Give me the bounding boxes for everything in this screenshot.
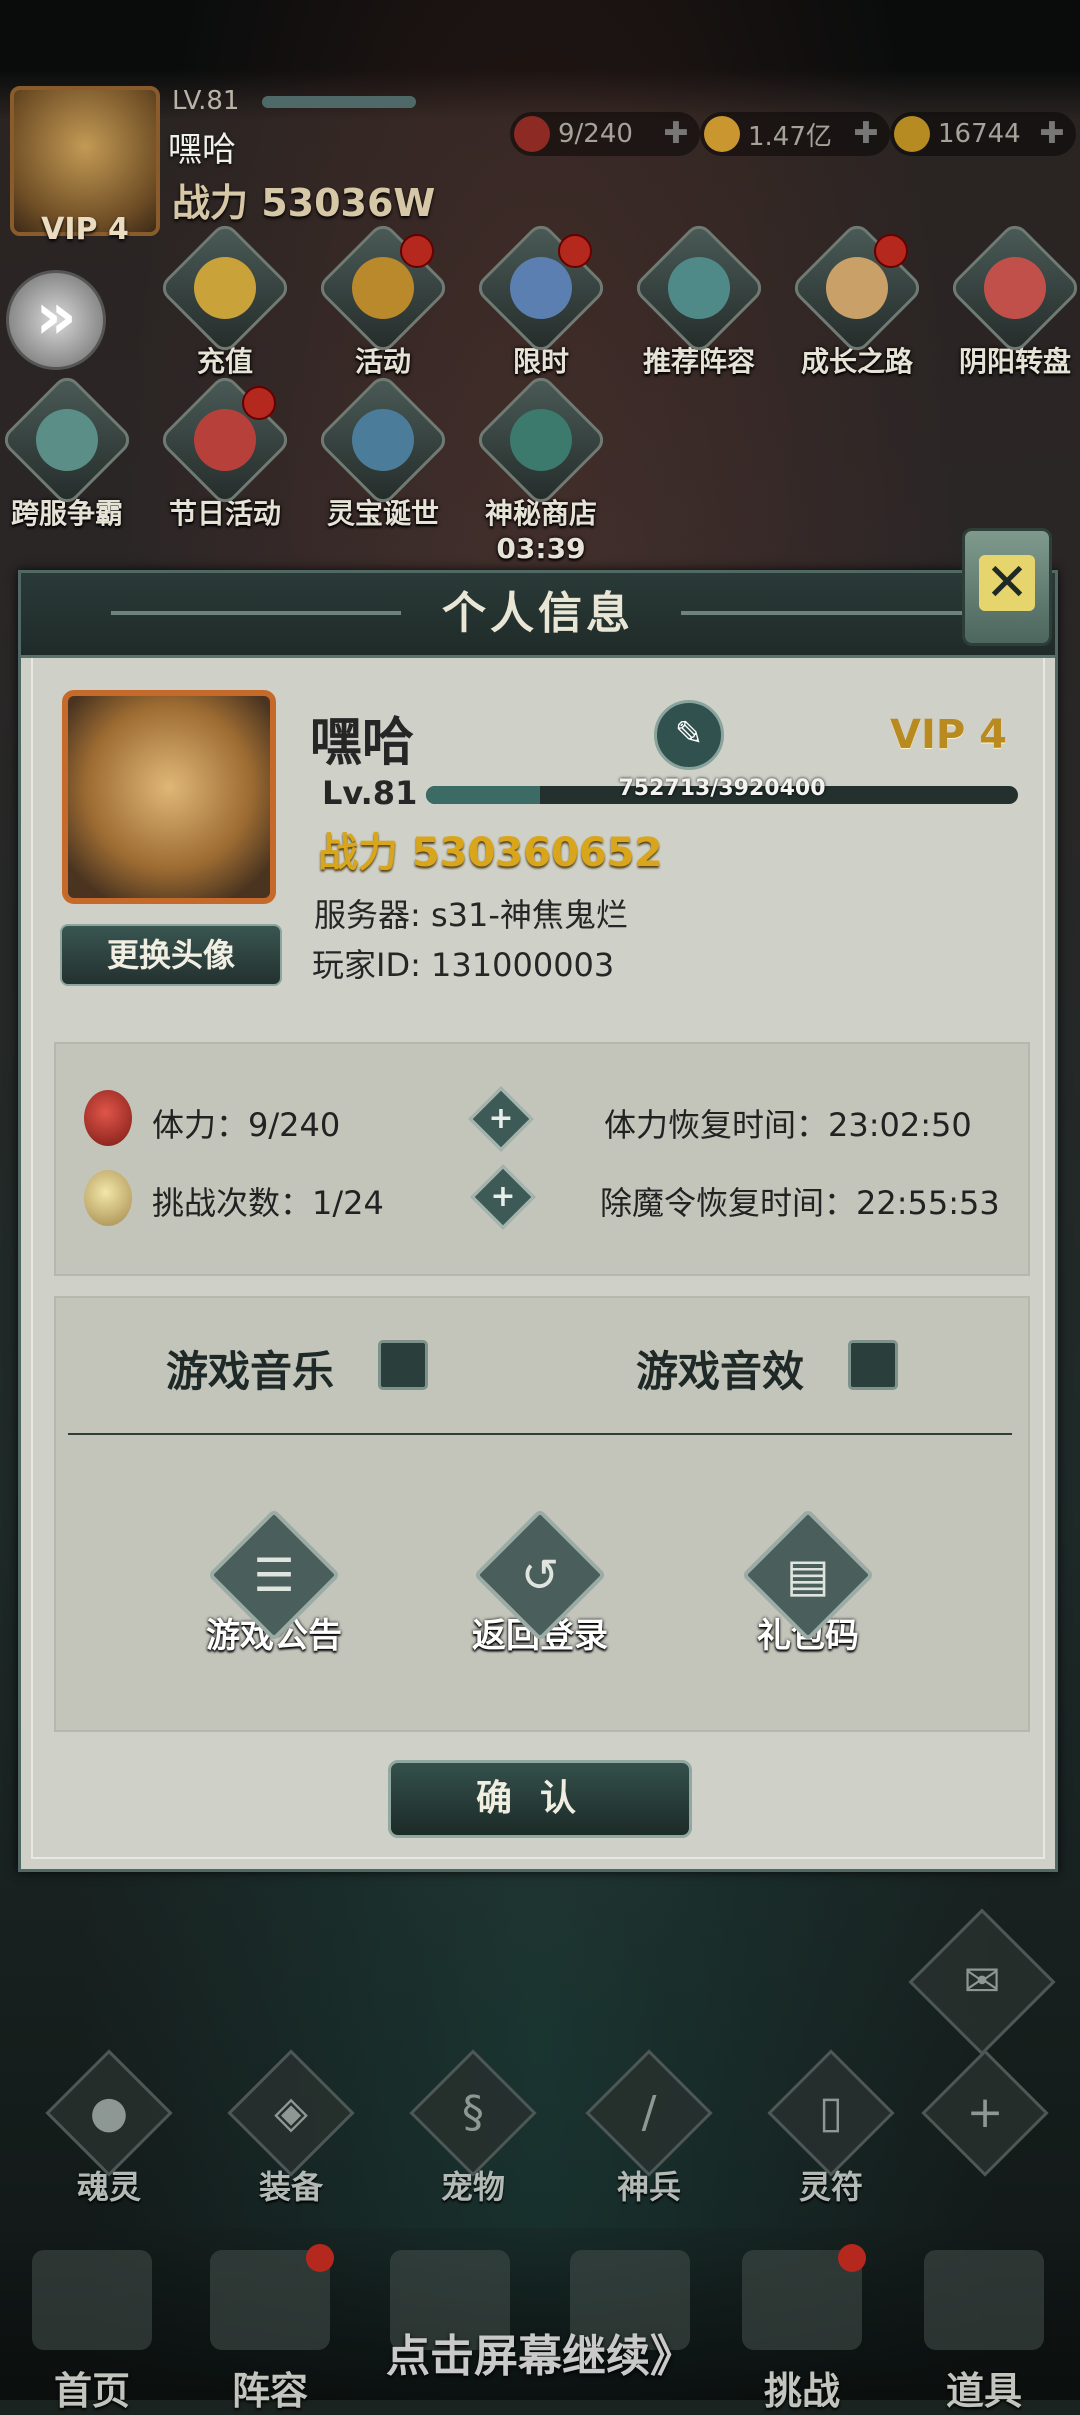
- music-label: 游戏音乐: [166, 1347, 335, 1396]
- nav-soul[interactable]: ● 魂灵: [44, 2049, 174, 2208]
- dialog-title: 个人信息: [442, 588, 634, 639]
- notification-dot: [306, 2244, 334, 2272]
- tap-to-continue[interactable]: 点击屏幕继续》: [0, 2320, 1080, 2384]
- coin-icon: [704, 116, 740, 152]
- gift-code-button[interactable]: ▤ 礼包码: [708, 1508, 908, 1657]
- profile-power: 战力 530360652: [318, 830, 663, 876]
- add-coin-icon[interactable]: ✚: [848, 116, 884, 152]
- notification-dot: [558, 234, 592, 268]
- plus-icon: +: [921, 2049, 1049, 2177]
- talisman-icon: ▯: [767, 2049, 895, 2177]
- menu-recommend-lineup[interactable]: 推荐阵容: [631, 220, 767, 380]
- menu-recharge[interactable]: 充值: [157, 220, 293, 380]
- pencil-icon: ✎: [674, 714, 704, 754]
- player-level: LV.81: [172, 86, 240, 116]
- helmet-icon: ◈: [227, 2049, 355, 2177]
- menu-mystery-shop[interactable]: 神秘商店 03:39: [473, 372, 609, 565]
- nav-pet[interactable]: § 宠物: [408, 2049, 538, 2208]
- ingot-value: 16744: [938, 119, 1021, 149]
- announcement-button[interactable]: ☰ 游戏公告: [174, 1508, 374, 1657]
- stats-panel: [54, 1042, 1030, 1276]
- soul-icon: ●: [45, 2049, 173, 2177]
- menu-growth-road[interactable]: 成长之路: [789, 220, 925, 380]
- divider: [68, 1433, 1012, 1435]
- nav-more[interactable]: +: [920, 2049, 1050, 2177]
- coin-value: 1.47亿: [748, 121, 832, 152]
- menu-festival[interactable]: 节日活动: [157, 372, 293, 532]
- profile-name: 嘿哈: [310, 713, 415, 773]
- music-checkbox[interactable]: [378, 1340, 428, 1390]
- notification-dot: [838, 2244, 866, 2272]
- ingot-resource[interactable]: 16744 ✚: [890, 112, 1076, 156]
- vip-badge: VIP 4: [41, 212, 129, 247]
- recommend-icon: [631, 220, 767, 356]
- nav-talisman[interactable]: ▯ 灵符: [766, 2049, 896, 2208]
- stamina-label: 体力：9/240: [152, 1106, 341, 1144]
- challenge-count-label: 挑战次数：1/24: [152, 1184, 384, 1222]
- stamina-icon: [514, 116, 550, 152]
- pet-icon: §: [409, 2049, 537, 2177]
- nav-weapon[interactable]: / 神兵: [584, 2049, 714, 2208]
- notification-dot: [400, 234, 434, 268]
- stamina-recover-time: 体力恢复时间：23:02:50: [604, 1106, 972, 1144]
- lingbao-icon: [315, 372, 451, 508]
- sound-checkbox[interactable]: [848, 1340, 898, 1390]
- plus-icon: +: [490, 1179, 516, 1214]
- menu-activity[interactable]: 活动: [315, 220, 451, 380]
- challenge-token-icon: [84, 1170, 132, 1226]
- wheel-icon: [947, 220, 1080, 356]
- expand-menu-button[interactable]: »: [6, 270, 106, 370]
- profile-vip: VIP 4: [890, 712, 1007, 758]
- exp-text: 752713/3920400: [618, 776, 826, 801]
- player-id: 玩家ID: 131000003: [312, 946, 615, 984]
- nav-equipment[interactable]: ◈ 装备: [226, 2049, 356, 2208]
- profile-portrait: [62, 690, 276, 904]
- menu-lingbao[interactable]: 灵宝诞世: [315, 372, 451, 532]
- menu-yinyang-wheel[interactable]: 阴阳转盘: [947, 220, 1080, 380]
- sword-icon: /: [585, 2049, 713, 2177]
- token-recover-time: 除魔令恢复时间：22:55:53: [600, 1184, 1000, 1222]
- cross-server-icon: [0, 372, 135, 508]
- shop-icon: [473, 372, 609, 508]
- player-name: 嘿哈: [168, 130, 236, 170]
- level-progress-bar: [262, 96, 416, 108]
- recharge-icon: [157, 220, 293, 356]
- close-button[interactable]: ✕: [962, 528, 1052, 646]
- menu-cross-server[interactable]: 跨服争霸: [0, 372, 135, 532]
- ingot-icon: [894, 116, 930, 152]
- stamina-icon: [84, 1090, 132, 1146]
- return-login-button[interactable]: ↺ 返回登录: [440, 1508, 640, 1657]
- plus-icon: +: [488, 1101, 514, 1136]
- coin-resource[interactable]: 1.47亿 ✚: [700, 112, 890, 156]
- close-icon: ✕: [979, 555, 1035, 611]
- sound-label: 游戏音效: [636, 1347, 805, 1396]
- profile-level: Lv.81: [322, 774, 418, 812]
- notification-dot: [242, 386, 276, 420]
- chat-icon: ✉: [963, 1956, 1001, 2007]
- add-ingot-icon[interactable]: ✚: [1034, 116, 1070, 152]
- notification-dot: [874, 234, 908, 268]
- stamina-resource[interactable]: 9/240 ✚: [510, 112, 700, 156]
- shop-timer: 03:39: [496, 532, 586, 565]
- stamina-value: 9/240: [558, 119, 633, 149]
- menu-limited[interactable]: 限时: [473, 220, 609, 380]
- player-power: 战力 53036W: [172, 181, 436, 225]
- confirm-button[interactable]: 确认: [388, 1760, 692, 1838]
- add-stamina-icon[interactable]: ✚: [658, 116, 694, 152]
- change-avatar-button[interactable]: 更换头像: [60, 924, 282, 986]
- server-info: 服务器: s31-神焦鬼烂: [314, 896, 628, 934]
- edit-name-button[interactable]: ✎: [654, 700, 724, 770]
